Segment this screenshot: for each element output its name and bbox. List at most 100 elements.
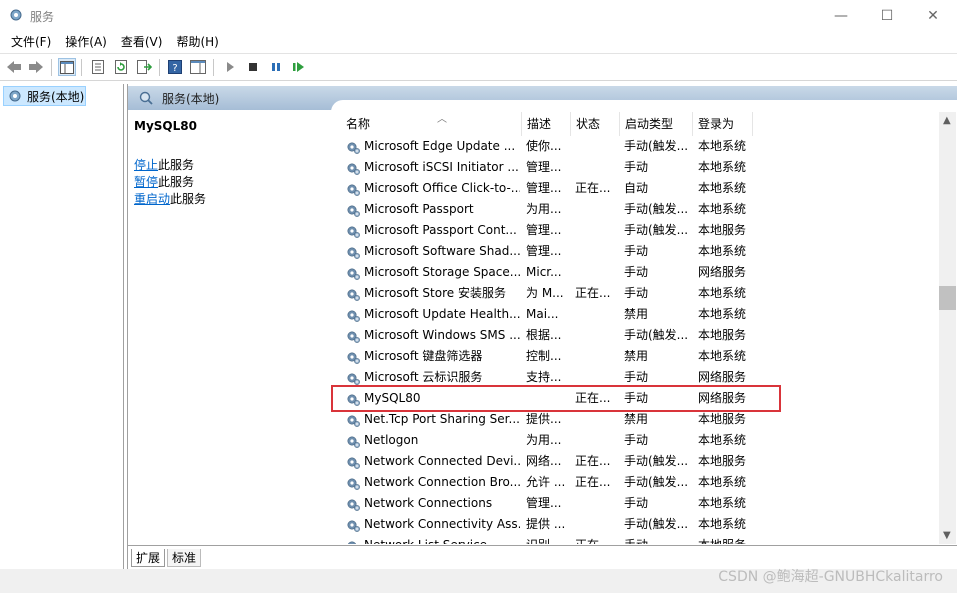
service-name-cell: Network Connections (345, 493, 520, 514)
service-name-cell: Microsoft Windows SMS ... (345, 325, 520, 346)
stop-service-icon[interactable] (244, 58, 262, 76)
pause-service-icon[interactable] (267, 58, 285, 76)
start-service-icon[interactable] (221, 58, 239, 76)
service-name-cell: Net.Tcp Port Sharing Ser... (345, 409, 520, 430)
console-tree: 服务(本地) (0, 84, 124, 593)
service-name-cell: Microsoft Office Click-to-... (345, 178, 520, 199)
search-services-icon (139, 91, 153, 105)
service-status-cell (575, 514, 619, 535)
toolbar-separator (81, 59, 82, 76)
properties-icon[interactable] (89, 58, 107, 76)
menu-help[interactable]: 帮助(H) (169, 31, 225, 53)
scroll-up-icon[interactable]: ▲ (943, 115, 951, 126)
service-name-cell: Microsoft 键盘筛选器 (345, 346, 520, 367)
table-row[interactable]: Netlogon 为用... 手动 本地系统 (331, 430, 940, 451)
service-name-text: Netlogon (364, 433, 419, 447)
table-row[interactable]: Microsoft Passport 为用... 手动(触发... 本地系统 (331, 199, 940, 220)
column-header-status[interactable]: 状态 (571, 112, 620, 136)
column-header-log-on-as[interactable]: 登录为 (693, 112, 753, 136)
service-name-text: Microsoft Store 安装服务 (364, 286, 506, 300)
service-startup-type-cell: 手动(触发... (624, 475, 689, 489)
table-row[interactable]: Network Connectivity Ass... 提供 ... 手动(触发..… (331, 514, 940, 535)
service-name-text: Network List Service (364, 535, 487, 544)
stop-service-link[interactable]: 停止 (134, 158, 158, 172)
menu-file[interactable]: 文件(F) (4, 31, 58, 53)
service-startup-type-cell: 手动(触发... (624, 202, 689, 216)
service-name-text: Microsoft Windows SMS ... (364, 328, 520, 342)
service-gear-icon (345, 202, 361, 218)
service-description-cell: 识别... (526, 535, 570, 544)
show-action-pane-icon[interactable] (189, 58, 207, 76)
table-row[interactable]: Microsoft Windows SMS ... 根据... 手动(触发... 本地… (331, 325, 940, 346)
table-row[interactable]: Microsoft iSCSI Initiator ... 管理... 手动 本地系统 (331, 157, 940, 178)
service-name-text: Microsoft 键盘筛选器 (364, 349, 483, 363)
service-name-text: Microsoft Passport Cont... (364, 223, 517, 237)
toolbar-separator (213, 59, 214, 76)
vertical-scrollbar[interactable]: ▲ ▼ (939, 112, 956, 544)
service-status-cell (575, 241, 619, 262)
table-row[interactable]: Network Connected Devi... 网络... 正在... 手动(触发… (331, 451, 940, 472)
service-name-text: Microsoft Software Shad... (364, 244, 520, 258)
table-row[interactable]: Microsoft 键盘筛选器 控制... 禁用 本地系统 (331, 346, 940, 367)
scroll-down-icon[interactable]: ▼ (943, 530, 951, 541)
column-header-name[interactable]: ︿ 名称 (341, 112, 522, 136)
service-startup-type-cell: 禁用 (624, 349, 649, 363)
column-header-description[interactable]: 描述 (522, 112, 571, 136)
help-icon[interactable]: ? (166, 58, 184, 76)
table-row[interactable]: Microsoft Store 安装服务 为 M... 正在... 手动 本地系统 (331, 283, 940, 304)
refresh-icon[interactable] (112, 58, 130, 76)
services-pane: 服务(本地) MySQL80 停止此服务 暂停此服务 重启动此服务 ︿ 名称 描… (127, 84, 957, 593)
tab-standard[interactable]: 标准 (167, 549, 202, 567)
service-status-cell: 正在... (575, 475, 611, 489)
export-list-icon[interactable] (135, 58, 153, 76)
service-startup-type-cell: 手动 (624, 265, 649, 279)
show-console-tree-icon[interactable] (58, 58, 76, 76)
service-startup-type-cell: 手动 (624, 244, 649, 258)
table-row[interactable]: Microsoft Edge Update ... 使你... 手动(触发... 本地… (331, 136, 940, 157)
service-log-on-as-cell: 本地系统 (698, 181, 747, 195)
menu-action[interactable]: 操作(A) (58, 31, 114, 53)
service-log-on-as-cell: 本地服务 (698, 412, 747, 426)
service-description-cell: 管理... (526, 244, 562, 258)
column-header-startup-type[interactable]: 启动类型 (620, 112, 693, 136)
table-row[interactable]: Microsoft Storage Space... Micr... 手动 网络服务 (331, 262, 940, 283)
service-description-cell: 允许 ... (526, 475, 566, 489)
tree-item-services-local[interactable]: 服务(本地) (3, 86, 86, 106)
service-log-on-as-cell: 本地系统 (698, 349, 747, 363)
restart-service-link[interactable]: 重启动 (134, 192, 170, 206)
table-row[interactable]: Microsoft Software Shad... 管理... 手动 本地系统 (331, 241, 940, 262)
service-gear-icon (345, 475, 361, 491)
menu-view[interactable]: 查看(V) (114, 31, 170, 53)
table-row[interactable]: Network Connection Bro... 允许 ... 正在... 手动(触… (331, 472, 940, 493)
service-description-cell: 管理... (526, 181, 562, 195)
table-row[interactable]: Network Connections 管理... 手动 本地系统 (331, 493, 940, 514)
service-startup-type-cell: 禁用 (624, 412, 649, 426)
service-status-cell (575, 136, 619, 157)
back-arrow-icon[interactable] (5, 58, 23, 76)
service-log-on-as-cell: 本地系统 (698, 475, 747, 489)
table-row[interactable]: Microsoft Update Health... Mai... 禁用 本地系统 (331, 304, 940, 325)
scrollbar-thumb[interactable] (939, 286, 956, 310)
maximize-button[interactable]: ☐ (864, 0, 910, 31)
service-gear-icon (345, 496, 361, 512)
service-description-cell: 管理... (526, 496, 562, 510)
pause-service-link[interactable]: 暂停 (134, 175, 158, 189)
service-startup-type-cell: 手动(触发... (624, 223, 689, 237)
forward-arrow-icon[interactable] (27, 58, 45, 76)
service-gear-icon (345, 412, 361, 428)
service-log-on-as-cell: 本地系统 (698, 517, 747, 531)
service-name-cell: Microsoft Passport (345, 199, 520, 220)
table-row[interactable]: Network List Service 识别... 正在... 手动本地服务 (331, 535, 940, 544)
tab-extended[interactable]: 扩展 (131, 549, 166, 567)
table-row[interactable]: Microsoft Office Click-to-... 管理... 正在... 自… (331, 178, 940, 199)
service-status-cell (575, 199, 619, 220)
table-row[interactable]: Net.Tcp Port Sharing Ser... 提供... 禁用 本地服务 (331, 409, 940, 430)
minimize-button[interactable]: — (818, 0, 864, 31)
restart-service-icon[interactable] (290, 58, 308, 76)
services-table: ︿ 名称 描述 状态 启动类型 登录为 Microsoft Edge Updat… (331, 112, 940, 544)
table-row[interactable]: Microsoft Passport Cont... 管理... 手动(触发... 本… (331, 220, 940, 241)
service-startup-type-cell: 手动 (624, 160, 649, 174)
service-name-cell: Microsoft iSCSI Initiator ... (345, 157, 520, 178)
close-button[interactable]: ✕ (910, 0, 956, 31)
service-description-cell: 提供... (526, 412, 562, 426)
